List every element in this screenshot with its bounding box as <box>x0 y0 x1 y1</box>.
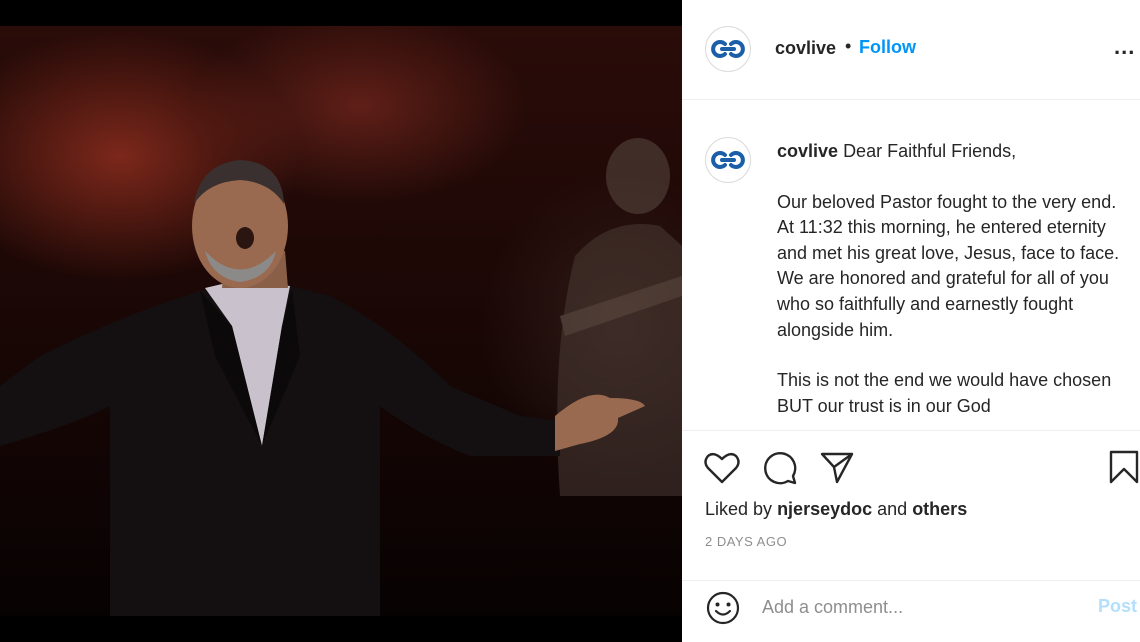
heart-icon <box>704 452 740 484</box>
follow-button[interactable]: Follow <box>859 37 916 58</box>
photo-illustration <box>0 138 682 616</box>
caption-avatar[interactable] <box>705 137 751 183</box>
share-button[interactable] <box>819 450 855 491</box>
post-comment-button[interactable]: Post <box>1098 596 1137 617</box>
bookmark-icon <box>1109 450 1139 484</box>
emoji-button[interactable] <box>704 589 742 632</box>
header-username[interactable]: covlive <box>775 38 836 59</box>
covlive-logo-icon <box>711 151 745 169</box>
instagram-post-modal: covlive • Follow ... covlive Dear Faithf… <box>0 0 1140 642</box>
caption-text: covlive Dear Faithful Friends, Our belov… <box>777 139 1127 430</box>
comment-icon <box>764 452 797 485</box>
save-button[interactable] <box>1108 449 1140 490</box>
liked-by-user-link[interactable]: njerseydoc <box>777 499 872 519</box>
comment-input[interactable] <box>762 591 1072 623</box>
caption-area[interactable]: covlive Dear Faithful Friends, Our belov… <box>682 101 1140 430</box>
post-actions: Liked by njerseydoc and others 2 DAYS AG… <box>682 430 1140 580</box>
likes-summary: Liked by njerseydoc and others <box>705 499 967 520</box>
avatar[interactable] <box>705 26 751 72</box>
more-options-button[interactable]: ... <box>1114 34 1135 60</box>
post-photo <box>0 26 682 616</box>
comment-button[interactable] <box>762 450 798 491</box>
liked-by-others-link[interactable]: others <box>912 499 967 519</box>
emoji-icon <box>706 591 740 625</box>
like-button[interactable] <box>704 451 740 490</box>
comment-bar: Post <box>682 580 1140 642</box>
covlive-logo-icon <box>711 40 745 58</box>
post-details-panel: covlive • Follow ... covlive Dear Faithf… <box>682 0 1140 642</box>
liked-by-and: and <box>877 499 908 519</box>
post-header: covlive • Follow ... <box>682 0 1140 100</box>
caption-paragraph: This is not the end we would have chosen… <box>777 370 1112 416</box>
caption-paragraph: Our beloved Pastor fought to the very en… <box>777 191 1120 340</box>
share-icon <box>820 452 854 484</box>
caption-username[interactable]: covlive <box>777 141 838 161</box>
caption-paragraph: Dear Faithful Friends, <box>843 141 1017 161</box>
liked-by-prefix: Liked by <box>705 499 773 519</box>
post-timestamp[interactable]: 2 DAYS AGO <box>705 534 787 549</box>
header-separator: • <box>845 36 852 56</box>
